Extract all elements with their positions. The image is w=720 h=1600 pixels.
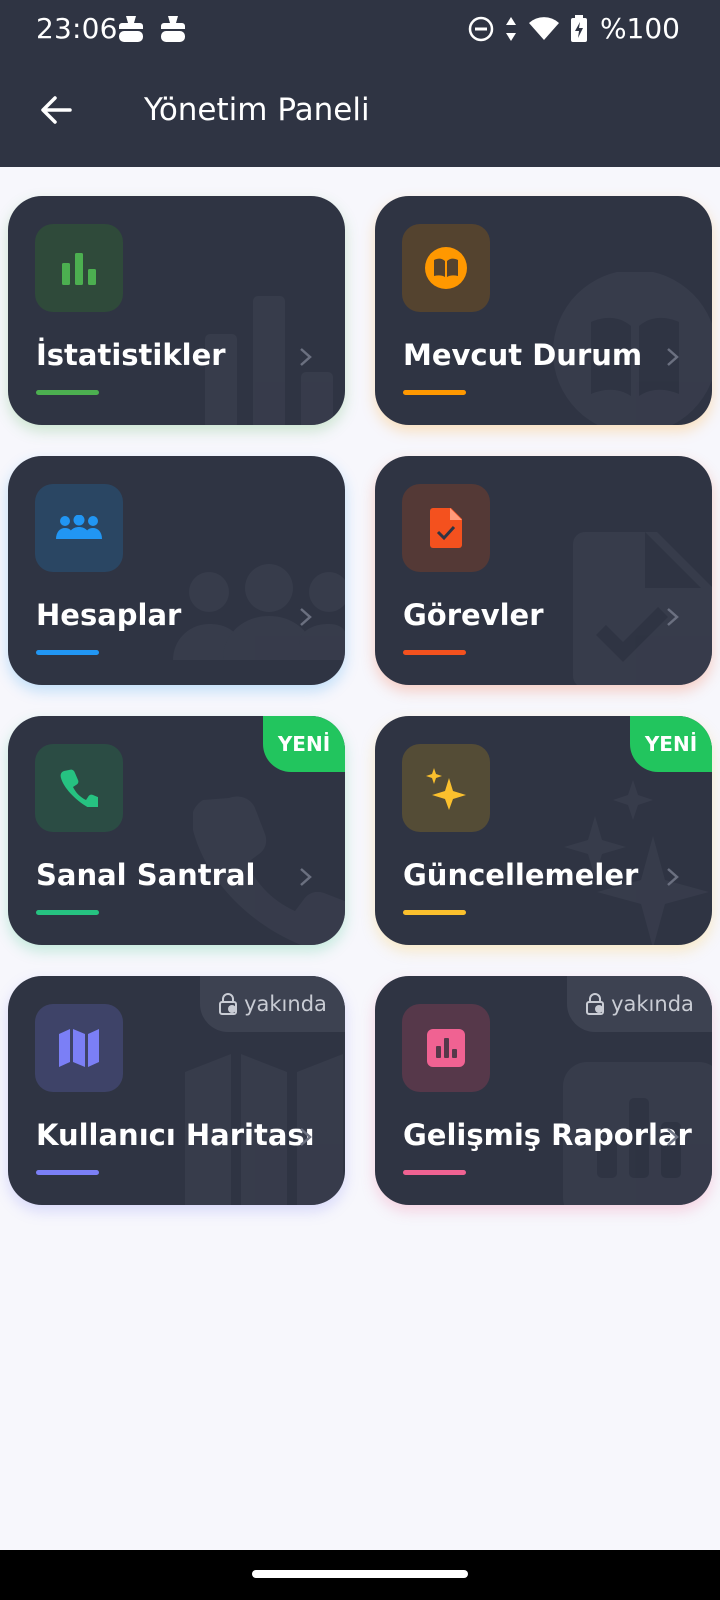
- wifi-icon: [528, 16, 559, 40]
- card-accounts[interactable]: Hesaplar: [8, 456, 345, 685]
- bar-chart-icon-box: [35, 224, 123, 312]
- people-icon: [56, 515, 102, 539]
- book-icon: [425, 247, 467, 289]
- card-statistics[interactable]: İstatistikler: [8, 196, 345, 425]
- toolbar: Yönetim Paneli: [0, 68, 720, 158]
- new-badge: YENİ: [263, 716, 345, 772]
- data-arrows-icon: [505, 16, 516, 41]
- page-title: Yönetim Paneli: [144, 92, 370, 128]
- book-icon-box: [402, 224, 490, 312]
- bar-chart-icon: [62, 253, 96, 285]
- card-label: Mevcut Durum: [403, 338, 643, 372]
- card-tasks[interactable]: Görevler: [375, 456, 712, 685]
- sparkles-icon-box: [402, 744, 490, 832]
- new-badge: YENİ: [630, 716, 712, 772]
- card-label: Sanal Santral: [36, 858, 256, 892]
- card-label: Kullanıcı Haritası: [36, 1118, 315, 1152]
- chevron-right-icon: [300, 1128, 312, 1146]
- people-watermark: [173, 564, 345, 660]
- status-bar: 23:06 %100: [0, 0, 720, 58]
- do-not-disturb-icon: [468, 16, 494, 41]
- chevron-right-icon: [300, 348, 312, 366]
- task-document-icon: [430, 508, 462, 548]
- card-user-map[interactable]: Kullanıcı Haritası yakında: [8, 976, 345, 1205]
- card-label: İstatistikler: [36, 338, 226, 372]
- chevron-right-icon: [300, 868, 312, 886]
- people-icon-box: [35, 484, 123, 572]
- task-icon-box: [402, 484, 490, 572]
- notification-icon: [161, 16, 185, 42]
- phone-icon: [60, 769, 98, 807]
- report-icon-box: [402, 1004, 490, 1092]
- accent-underline: [403, 390, 466, 395]
- chevron-right-icon: [667, 1128, 679, 1146]
- accent-underline: [36, 1170, 99, 1175]
- phone-icon-box: [35, 744, 123, 832]
- accent-underline: [403, 650, 466, 655]
- card-updates[interactable]: Güncellemeler YENİ: [375, 716, 712, 945]
- accent-underline: [36, 910, 99, 915]
- coming-soon-badge: yakında: [567, 976, 712, 1032]
- accent-underline: [36, 390, 99, 395]
- card-current-status[interactable]: Mevcut Durum: [375, 196, 712, 425]
- document-check-watermark: [573, 532, 712, 685]
- chevron-right-icon: [667, 348, 679, 366]
- app-bar: 23:06 %100 Yönetim Paneli: [0, 0, 720, 167]
- lock-clock-icon: [586, 993, 605, 1015]
- system-navigation-bar: [0, 1550, 720, 1600]
- home-gesture-handle[interactable]: [252, 1570, 468, 1578]
- report-icon: [427, 1029, 465, 1067]
- accent-underline: [36, 650, 99, 655]
- battery-percent: %100: [599, 12, 680, 45]
- card-label: Hesaplar: [36, 598, 182, 632]
- card-advanced-reports[interactable]: Gelişmiş Raporlar yakında: [375, 976, 712, 1205]
- coming-soon-label: yakında: [244, 992, 327, 1016]
- map-icon: [59, 1029, 99, 1067]
- battery-icon: [570, 14, 587, 42]
- map-icon-box: [35, 1004, 123, 1092]
- notification-icon: [119, 16, 143, 42]
- coming-soon-badge: yakında: [200, 976, 345, 1032]
- chevron-right-icon: [300, 608, 312, 626]
- accent-underline: [403, 1170, 466, 1175]
- coming-soon-label: yakında: [611, 992, 694, 1016]
- card-virtual-pbx[interactable]: Sanal Santral YENİ: [8, 716, 345, 945]
- lock-clock-icon: [219, 993, 238, 1015]
- sparkles-icon: [426, 768, 466, 810]
- chevron-right-icon: [667, 608, 679, 626]
- chevron-right-icon: [667, 868, 679, 886]
- card-label: Gelişmiş Raporlar: [403, 1118, 692, 1152]
- card-label: Görevler: [403, 598, 544, 632]
- card-label: Güncellemeler: [403, 858, 639, 892]
- back-arrow-icon[interactable]: [36, 90, 76, 130]
- status-time: 23:06: [36, 12, 118, 45]
- accent-underline: [403, 910, 466, 915]
